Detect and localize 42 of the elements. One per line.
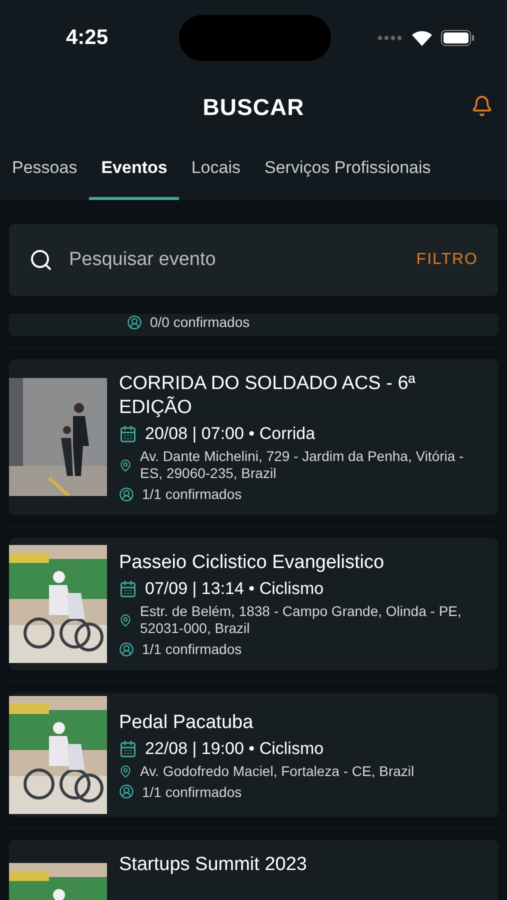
- location-pin-icon: [119, 614, 132, 626]
- confirmed-count: 1/1 confirmados: [142, 486, 242, 502]
- confirmed-count: 1/1 confirmados: [142, 641, 242, 657]
- search-icon: [29, 248, 53, 272]
- battery-icon: [441, 30, 475, 46]
- person-icon: [119, 784, 134, 799]
- notification-bell-icon[interactable]: [471, 95, 493, 117]
- location-pin-icon: [119, 458, 132, 472]
- filter-button[interactable]: FILTRO: [416, 251, 478, 269]
- event-title: Pedal Pacatuba: [119, 710, 254, 734]
- status-time: 4:25: [66, 26, 108, 50]
- calendar-icon: [119, 580, 137, 598]
- confirmed-count: 0/0 confirmados: [150, 314, 250, 330]
- location-pin-icon: [119, 764, 132, 778]
- calendar-icon: [119, 425, 137, 443]
- event-date: 20/08 | 07:00 • Corrida: [145, 424, 316, 444]
- person-icon: [127, 314, 142, 330]
- event-card[interactable]: Passeio Ciclistico Evangelistico 07/09 | 13:14 • Ciclismo Estr. de Belém, 1838 - Campo Grande, Olinda - PE, 52031-000, Brazil 1/1 confirmados: [9, 538, 498, 670]
- event-address: Av. Godofredo Maciel, Fortaleza - CE, Brazil: [140, 762, 414, 780]
- event-title: Passeio Ciclistico Evangelistico: [119, 551, 386, 575]
- event-date: 22/08 | 19:00 • Ciclismo: [145, 738, 324, 758]
- event-card[interactable]: 0/0 confirmados: [9, 314, 498, 336]
- confirmed-count: 1/1 confirmados: [142, 784, 242, 800]
- event-card[interactable]: Startups Summit 2023: [9, 840, 498, 900]
- event-title: Startups Summit 2023: [119, 853, 308, 877]
- event-date: 07/09 | 13:14 • Ciclismo: [145, 579, 324, 599]
- tab[interactable]: Serviços Profissionais: [252, 139, 443, 200]
- search-field[interactable]: Pesquisar evento FILTRO: [9, 224, 498, 296]
- page-title: BUSCAR: [202, 94, 304, 120]
- tab[interactable]: Eventos: [89, 139, 180, 200]
- event-title: CORRIDA DO SOLDADO ACS - 6ª EDIÇÃO: [119, 372, 416, 420]
- tab[interactable]: Pessoas: [0, 139, 90, 200]
- calendar-icon: [119, 740, 137, 758]
- signal-icon: [377, 34, 403, 40]
- tab[interactable]: Locais: [179, 139, 252, 200]
- event-address: Estr. de Belém, 1838 - Campo Grande, Olinda - PE, 52031-000, Brazil: [140, 603, 462, 637]
- wifi-icon: [411, 30, 433, 46]
- event-address: Av. Dante Michelini, 729 - Jardim da Penha, Vitória - ES, 29060-235, Brazil: [140, 448, 465, 482]
- event-card[interactable]: CORRIDA DO SOLDADO ACS - 6ª EDIÇÃO 20/08 | 07:00 • Corrida Av. Dante Michelini, 729 - Jardim da Penha, Vitória - ES, 29060-235, Brazil 1/1 confirmados: [9, 359, 498, 515]
- person-icon: [119, 486, 134, 502]
- event-card[interactable]: Pedal Pacatuba 22/08 | 19:00 • Ciclismo Av. Godofredo Maciel, Fortaleza - CE, Brazil 1/1 confirmados: [9, 693, 498, 817]
- person-icon: [119, 642, 134, 656]
